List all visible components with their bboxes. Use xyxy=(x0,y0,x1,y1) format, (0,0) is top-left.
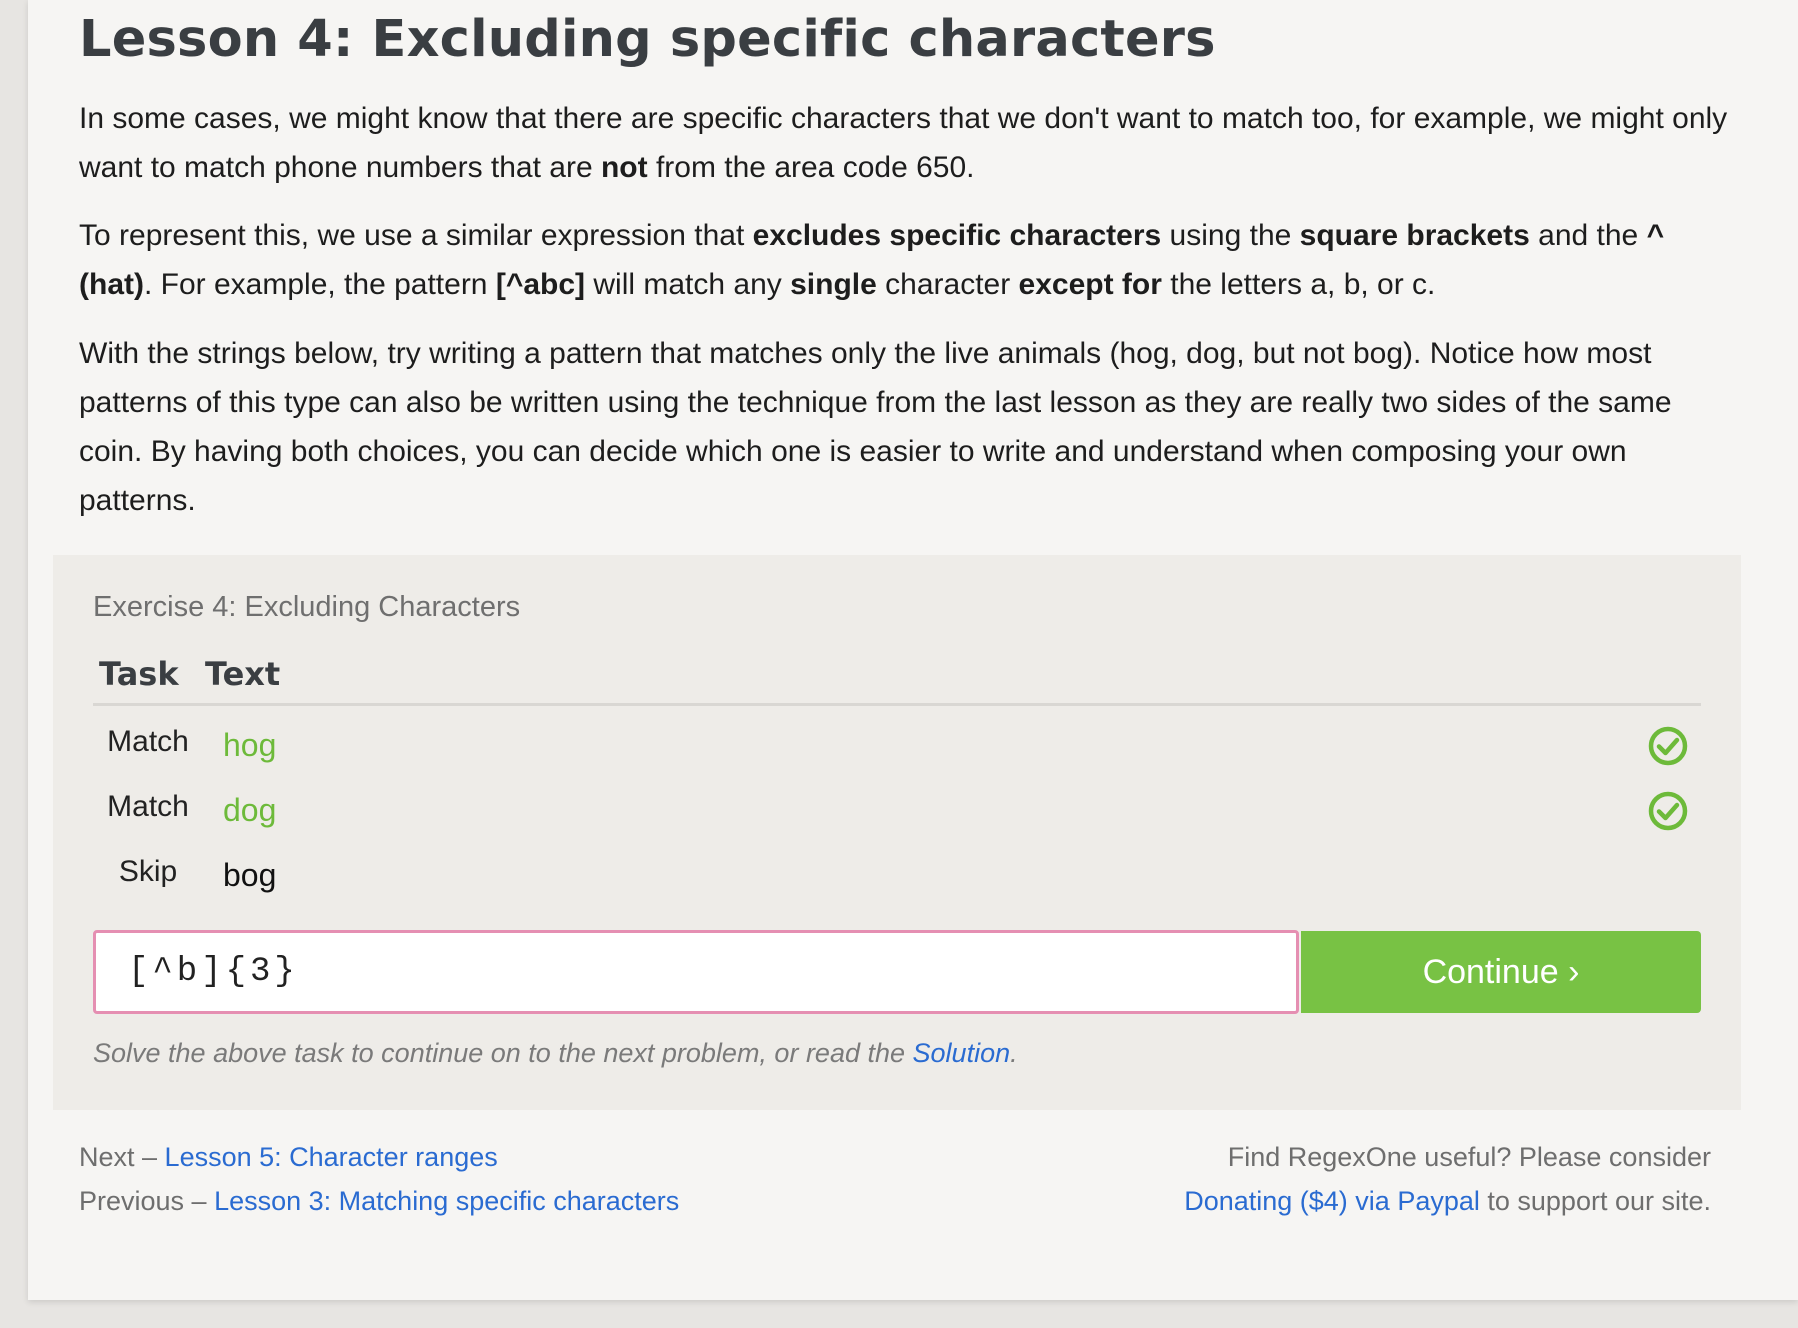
hint-prefix: Solve the above task to continue on to t… xyxy=(93,1038,913,1068)
paragraph-text: will match any xyxy=(585,268,791,301)
next-prefix: Next – xyxy=(79,1142,165,1172)
task-label: Match xyxy=(107,725,189,758)
paragraph-text: using the xyxy=(1161,219,1300,252)
test-string: dog xyxy=(223,792,277,828)
next-lesson-line: Next – Lesson 5: Character ranges xyxy=(79,1135,679,1179)
donate-note: Find RegexOne useful? Please consider Do… xyxy=(1184,1135,1711,1223)
emphasis-text: except for xyxy=(1018,268,1162,301)
lesson-navigation: Next – Lesson 5: Character ranges Previo… xyxy=(79,1135,679,1223)
exercise-table-header: Task Text xyxy=(93,655,1701,706)
emphasis-text: excludes specific characters xyxy=(752,219,1162,252)
solution-link[interactable]: Solution xyxy=(913,1038,1011,1068)
exercise-row: Match hog xyxy=(93,725,1701,785)
answer-row: Continue › xyxy=(93,930,1701,1014)
emphasis-text: [^abc] xyxy=(495,268,586,301)
check-circle-icon xyxy=(1648,791,1688,831)
emphasis-text: single xyxy=(790,268,877,301)
donate-line-2: Donating ($4) via Paypal to support our … xyxy=(1184,1179,1711,1223)
lesson-paragraph-3: With the strings below, try writing a pa… xyxy=(79,329,1739,525)
paragraph-text: character xyxy=(876,268,1019,301)
test-string: bog xyxy=(223,857,277,893)
paragraph-text: the letters a, b, or c. xyxy=(1161,268,1436,301)
regex-input[interactable] xyxy=(93,930,1299,1014)
previous-prefix: Previous – xyxy=(79,1186,215,1216)
task-label: Match xyxy=(107,790,189,823)
lesson-paragraph-2: To represent this, we use a similar expr… xyxy=(79,211,1739,309)
text-column-header: Text xyxy=(205,655,281,693)
donate-line-1: Find RegexOne useful? Please consider xyxy=(1227,1142,1711,1172)
exercise-row: Skip bog xyxy=(93,855,1701,915)
page: Lesson 4: Excluding specific characters … xyxy=(28,0,1798,1300)
donate-suffix: to support our site. xyxy=(1479,1186,1711,1216)
lesson-title: Lesson 4: Excluding specific characters xyxy=(79,10,1216,69)
paragraph-text: To represent this, we use a similar expr… xyxy=(79,219,753,252)
paragraph-text: . For example, the pattern xyxy=(143,268,496,301)
previous-lesson-line: Previous – Lesson 3: Matching specific c… xyxy=(79,1179,679,1223)
donate-link[interactable]: Donating ($4) via Paypal xyxy=(1184,1186,1480,1216)
emphasis-text: square brackets xyxy=(1299,219,1530,252)
exercise-panel: Exercise 4: Excluding Characters Task Te… xyxy=(53,555,1741,1110)
paragraph-text: from the area code 650. xyxy=(647,151,975,184)
lesson-paragraph-1: In some cases, we might know that there … xyxy=(79,94,1739,192)
exercise-row: Match dog xyxy=(93,790,1701,850)
previous-lesson-link[interactable]: Lesson 3: Matching specific characters xyxy=(214,1186,679,1216)
hint-text: Solve the above task to continue on to t… xyxy=(93,1038,1018,1069)
exercise-title: Exercise 4: Excluding Characters xyxy=(93,591,521,623)
emphasis-text: not xyxy=(600,151,648,184)
task-label: Skip xyxy=(118,855,178,888)
paragraph-text: and the xyxy=(1529,219,1647,252)
paragraph-text: With the strings below, try writing a pa… xyxy=(79,337,1672,517)
test-string: hog xyxy=(223,727,277,763)
next-lesson-link[interactable]: Lesson 5: Character ranges xyxy=(165,1142,498,1172)
task-column-header: Task xyxy=(99,655,179,693)
continue-button[interactable]: Continue › xyxy=(1301,931,1701,1013)
hint-suffix: . xyxy=(1010,1038,1018,1068)
check-circle-icon xyxy=(1648,726,1688,766)
